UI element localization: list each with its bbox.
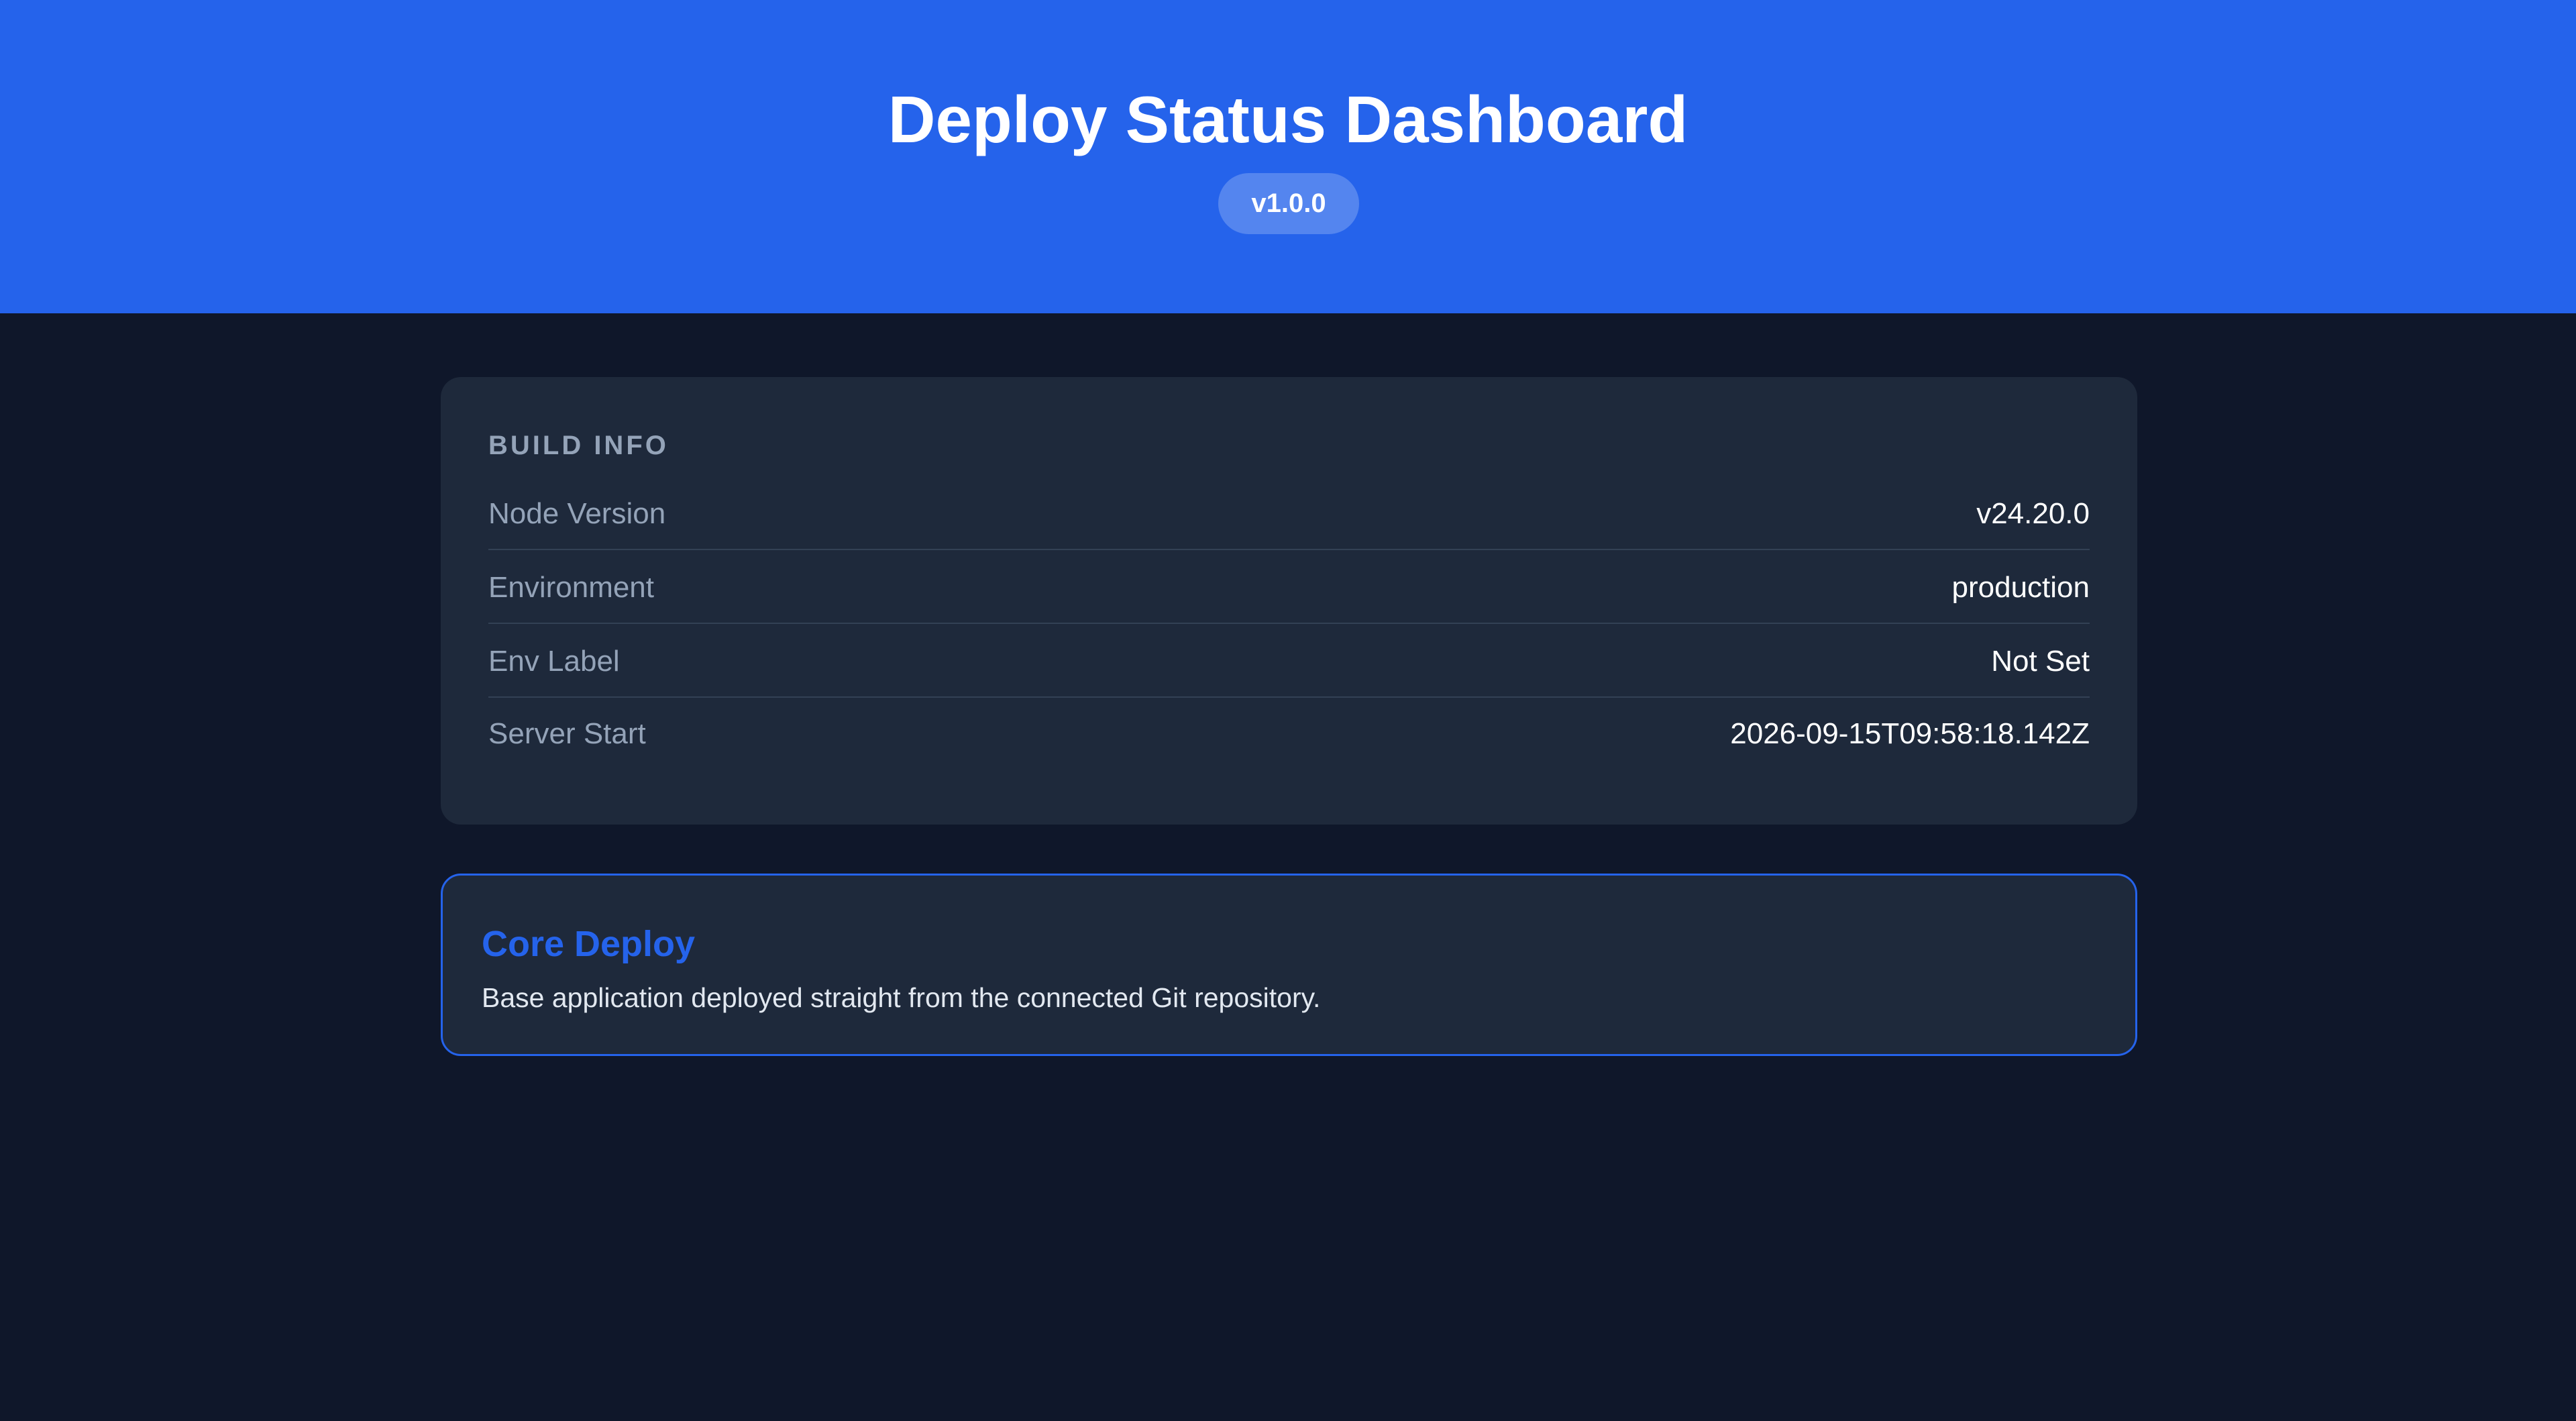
info-label: Env Label: [488, 645, 620, 678]
feature-description: Base application deployed straight from …: [482, 982, 1321, 1013]
header-banner: Deploy Status Dashboard v1.0.0: [0, 0, 2576, 313]
build-info-card: BUILD INFO Node Version v24.20.0 Environ…: [441, 377, 2137, 825]
info-row-server-start: Server Start 2026-09-15T09:58:18.142Z: [488, 696, 2090, 770]
info-label: Node Version: [488, 497, 666, 530]
page-title: Deploy Status Dashboard: [888, 83, 1688, 156]
info-label: Server Start: [488, 717, 646, 750]
feature-title: Core Deploy: [482, 924, 696, 964]
feature-card-core-deploy: Core Deploy Base application deployed st…: [441, 874, 2137, 1056]
info-row-node-version: Node Version v24.20.0: [488, 476, 2090, 550]
info-value: production: [1951, 571, 2090, 604]
version-badge: v1.0.0: [1218, 173, 1359, 234]
info-row-env-label: Env Label Not Set: [488, 624, 2090, 698]
info-value: 2026-09-15T09:58:18.142Z: [1730, 717, 2090, 750]
info-label: Environment: [488, 571, 655, 604]
info-value: v24.20.0: [1976, 497, 2090, 530]
build-info-title: BUILD INFO: [488, 431, 669, 460]
info-value: Not Set: [1991, 645, 2090, 678]
info-row-environment: Environment production: [488, 550, 2090, 624]
